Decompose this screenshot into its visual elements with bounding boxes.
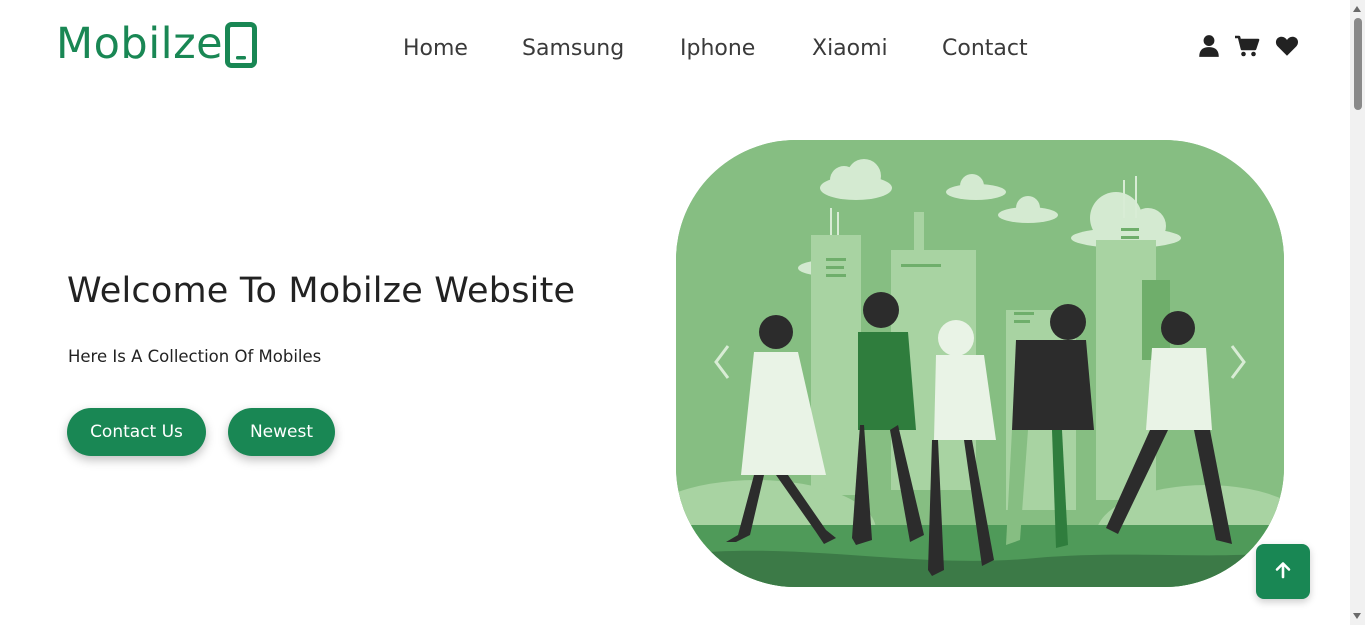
scrollbar-thumb[interactable] <box>1354 18 1362 110</box>
back-to-top-button[interactable] <box>1256 544 1310 599</box>
contact-us-button[interactable]: Contact Us <box>67 408 206 456</box>
nav-xiaomi[interactable]: Xiaomi <box>812 33 888 65</box>
nav-home[interactable]: Home <box>403 33 468 65</box>
nav-samsung[interactable]: Samsung <box>522 33 624 65</box>
shopping-cart-icon[interactable] <box>1234 33 1260 59</box>
hero-illustration <box>676 140 1284 587</box>
main-nav: Home Samsung Iphone Xiaomi Contact <box>0 33 1365 65</box>
heart-icon[interactable] <box>1274 33 1300 59</box>
hero-title: Welcome To Mobilze Website <box>67 271 576 311</box>
hero-subtitle: Here Is A Collection Of Mobiles <box>68 347 322 366</box>
newest-button[interactable]: Newest <box>228 408 335 456</box>
scroll-up-arrow-icon[interactable] <box>1353 6 1361 12</box>
nav-iphone[interactable]: Iphone <box>680 33 755 65</box>
page-scrollbar[interactable] <box>1350 0 1365 625</box>
page: Mobilze Home Samsung Iphone Xiaomi Conta… <box>0 0 1365 625</box>
scroll-down-arrow-icon[interactable] <box>1353 613 1361 619</box>
arrow-up-icon <box>1274 561 1292 582</box>
user-icon[interactable] <box>1196 33 1222 59</box>
nav-contact[interactable]: Contact <box>942 33 1028 65</box>
